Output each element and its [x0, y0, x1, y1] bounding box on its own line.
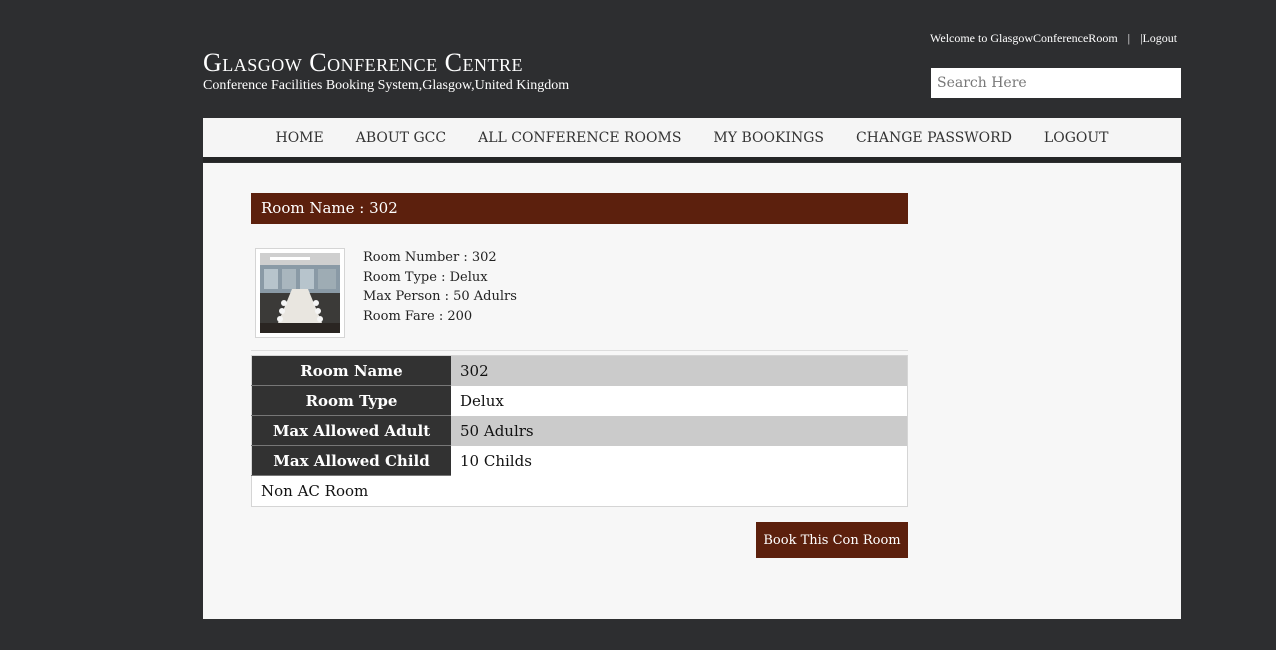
- nav-logout[interactable]: LOGOUT: [1044, 130, 1109, 146]
- row-label: Room Type: [251, 385, 451, 416]
- site-subtitle: Conference Facilities Booking System,Gla…: [203, 78, 570, 93]
- nav-home[interactable]: HOME: [275, 130, 323, 146]
- table-row: Room Type Delux: [251, 385, 908, 416]
- table-row: Room Name 302: [251, 355, 908, 386]
- conference-room-photo-icon: [260, 253, 340, 333]
- row-value: 50 Adulrs: [451, 415, 908, 446]
- row-label: Max Allowed Child: [251, 445, 451, 476]
- top-links: Welcome to GlasgowConferenceRoom | |Logo…: [930, 31, 1177, 46]
- room-detail-table: Room Name 302 Room Type Delux Max Allowe…: [251, 355, 908, 507]
- book-room-button[interactable]: Book This Con Room: [756, 522, 908, 558]
- room-thumbnail: [255, 248, 345, 338]
- welcome-text: Welcome to GlasgowConferenceRoom: [930, 31, 1118, 45]
- room-number: Room Number : 302: [363, 250, 497, 265]
- main-nav: HOME ABOUT GCC ALL CONFERENCE ROOMS MY B…: [203, 118, 1181, 162]
- top-logout-link[interactable]: |Logout: [1140, 31, 1177, 46]
- site-title: Glasgow Conference Centre: [203, 48, 523, 77]
- room-info: Room Number : 302 Room Type : Delux Max …: [363, 248, 517, 326]
- room-type: Room Type : Delux: [363, 269, 488, 285]
- search-input[interactable]: [931, 68, 1181, 98]
- row-value: 10 Childs: [451, 445, 908, 476]
- room-fare: Room Fare : 200: [363, 308, 473, 324]
- table-row: Max Allowed Adult 50 Adulrs: [251, 415, 908, 446]
- content-panel: Room Name : 302 Room Number : 302 Room T…: [203, 163, 1181, 619]
- room-note: Non AC Room: [251, 475, 908, 507]
- nav-about[interactable]: ABOUT GCC: [356, 130, 446, 146]
- nav-all-rooms[interactable]: ALL CONFERENCE ROOMS: [478, 130, 681, 146]
- nav-change-password[interactable]: CHANGE PASSWORD: [856, 130, 1012, 146]
- row-label: Room Name: [251, 355, 451, 386]
- nav-my-bookings[interactable]: MY BOOKINGS: [713, 130, 824, 146]
- room-header: Room Name : 302: [251, 193, 908, 224]
- row-value: Delux: [451, 385, 908, 416]
- separator: |: [1127, 31, 1131, 45]
- divider: [251, 350, 908, 351]
- row-value: 302: [451, 355, 908, 386]
- table-row: Non AC Room: [251, 475, 908, 507]
- table-row: Max Allowed Child 10 Childs: [251, 445, 908, 476]
- room-max-person: Max Person : 50 Adulrs: [363, 289, 517, 304]
- row-label: Max Allowed Adult: [251, 415, 451, 446]
